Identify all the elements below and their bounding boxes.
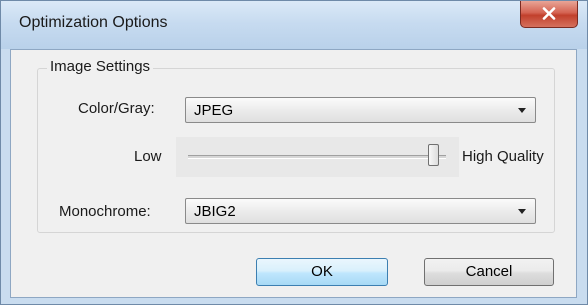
title-bar[interactable]: Optimization Options xyxy=(1,1,587,49)
color-gray-select[interactable]: JPEG xyxy=(185,97,536,123)
chevron-down-icon xyxy=(518,108,526,113)
monochrome-label: Monochrome: xyxy=(59,203,151,220)
monochrome-select[interactable]: JBIG2 xyxy=(185,198,536,224)
cancel-button[interactable]: Cancel xyxy=(424,258,554,286)
color-gray-select-value: JPEG xyxy=(194,102,234,119)
quality-slider-thumb[interactable] xyxy=(427,144,439,166)
close-x-icon xyxy=(542,7,556,20)
color-gray-label: Color/Gray: xyxy=(78,100,155,117)
quality-high-label: High Quality xyxy=(462,148,544,165)
quality-slider[interactable] xyxy=(176,137,459,177)
window-title: Optimization Options xyxy=(19,14,168,31)
close-button[interactable] xyxy=(520,1,578,28)
image-settings-group-label: Image Settings xyxy=(47,58,154,75)
quality-slider-track[interactable] xyxy=(188,155,446,159)
monochrome-select-value: JBIG2 xyxy=(194,203,236,220)
quality-low-label: Low xyxy=(134,148,162,165)
ok-button[interactable]: OK xyxy=(256,258,388,286)
dialog-client-area: Image Settings Color/Gray: JPEG Low High… xyxy=(10,49,577,298)
dialog-window: Optimization Options Image Settings Colo… xyxy=(0,0,588,305)
chevron-down-icon xyxy=(518,209,526,214)
